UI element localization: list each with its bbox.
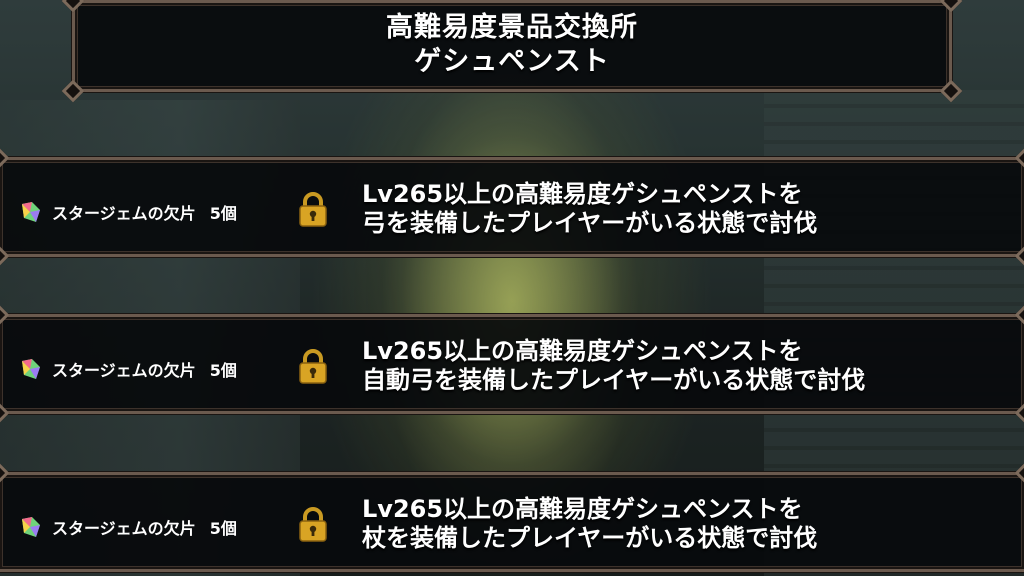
condition-line-1: Lv265以上の高難易度ゲシュペンストを <box>362 180 803 208</box>
frame-ornament <box>61 79 85 103</box>
star-gem-fragment-icon <box>22 359 40 379</box>
reward-item-count: 5個 <box>209 361 237 380</box>
reward-item: スタージェムの欠片 5個 <box>18 198 237 226</box>
star-gem-fragment-icon <box>22 517 40 537</box>
condition-line-1: Lv265以上の高難易度ゲシュペンストを <box>362 495 803 523</box>
reward-item-name: スタージェムの欠片 <box>52 519 196 538</box>
star-gem-fragment-icon <box>22 202 40 222</box>
lock-icon <box>299 192 327 227</box>
reward-row[interactable]: スタージェムの欠片 5個 Lv265以上の高難易度ゲシュペンストを 弓を装備した… <box>0 146 1024 268</box>
unlock-condition: Lv265以上の高難易度ゲシュペンストを 弓を装備したプレイヤーがいる状態で討伐 <box>362 180 982 238</box>
condition-line-2: 自動弓を装備したプレイヤーがいる状態で討伐 <box>362 366 866 394</box>
condition-line-2: 杖を装備したプレイヤーがいる状態で討伐 <box>362 524 818 552</box>
reward-item-name: スタージェムの欠片 <box>52 204 196 223</box>
reward-item-name: スタージェムの欠片 <box>52 361 196 380</box>
reward-item: スタージェムの欠片 5個 <box>18 513 237 541</box>
lock-icon <box>299 507 327 542</box>
page-title: 高難易度景品交換所 ゲシュペンスト <box>75 11 949 79</box>
reward-row[interactable]: スタージェムの欠片 5個 Lv265以上の高難易度ゲシュペンストを 杖を装備した… <box>0 461 1024 572</box>
title-line-1: 高難易度景品交換所 <box>386 12 638 43</box>
reward-row[interactable]: スタージェムの欠片 5個 Lv265以上の高難易度ゲシュペンストを 自動弓を装備… <box>0 303 1024 425</box>
reward-item-count: 5個 <box>209 204 237 223</box>
unlock-condition: Lv265以上の高難易度ゲシュペンストを 杖を装備したプレイヤーがいる状態で討伐 <box>362 495 982 553</box>
condition-line-2: 弓を装備したプレイヤーがいる状態で討伐 <box>362 209 818 237</box>
lock-icon <box>299 349 327 384</box>
unlock-condition: Lv265以上の高難易度ゲシュペンストを 自動弓を装備したプレイヤーがいる状態で… <box>362 337 982 395</box>
title-line-2: ゲシュペンスト <box>414 46 610 77</box>
reward-item-count: 5個 <box>209 519 237 538</box>
condition-line-1: Lv265以上の高難易度ゲシュペンストを <box>362 337 803 365</box>
reward-item: スタージェムの欠片 5個 <box>18 355 237 383</box>
title-panel: 高難易度景品交換所 ゲシュペンスト <box>61 0 963 103</box>
